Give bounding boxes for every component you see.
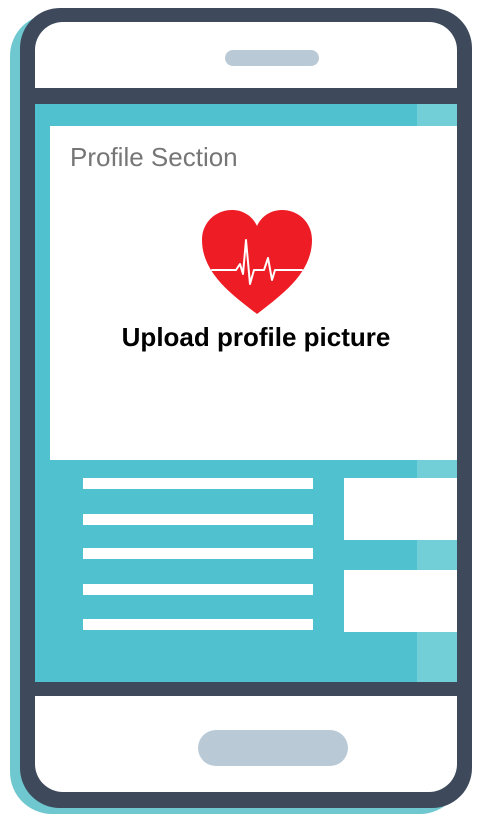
content-box[interactable] — [344, 570, 457, 632]
heart-shape — [202, 210, 312, 314]
phone-top-bezel — [35, 22, 457, 88]
list-line — [83, 548, 313, 559]
speaker-grille — [225, 50, 319, 66]
phone-bottom-bezel — [35, 696, 457, 792]
list-line — [83, 619, 313, 630]
profile-section: Profile Section Upload profile picture — [50, 126, 457, 460]
phone-screen: Profile Section Upload profile picture — [35, 104, 457, 682]
list-line — [83, 584, 313, 595]
phone-frame: Profile Section Upload profile picture — [20, 8, 472, 808]
heart-pulse-icon[interactable] — [198, 208, 316, 316]
list-line — [83, 514, 313, 525]
list-line — [83, 478, 313, 489]
upload-profile-picture-button[interactable]: Upload profile picture — [50, 322, 457, 353]
profile-section-title: Profile Section — [70, 142, 238, 172]
home-button[interactable] — [198, 730, 348, 766]
content-box[interactable] — [344, 478, 457, 540]
